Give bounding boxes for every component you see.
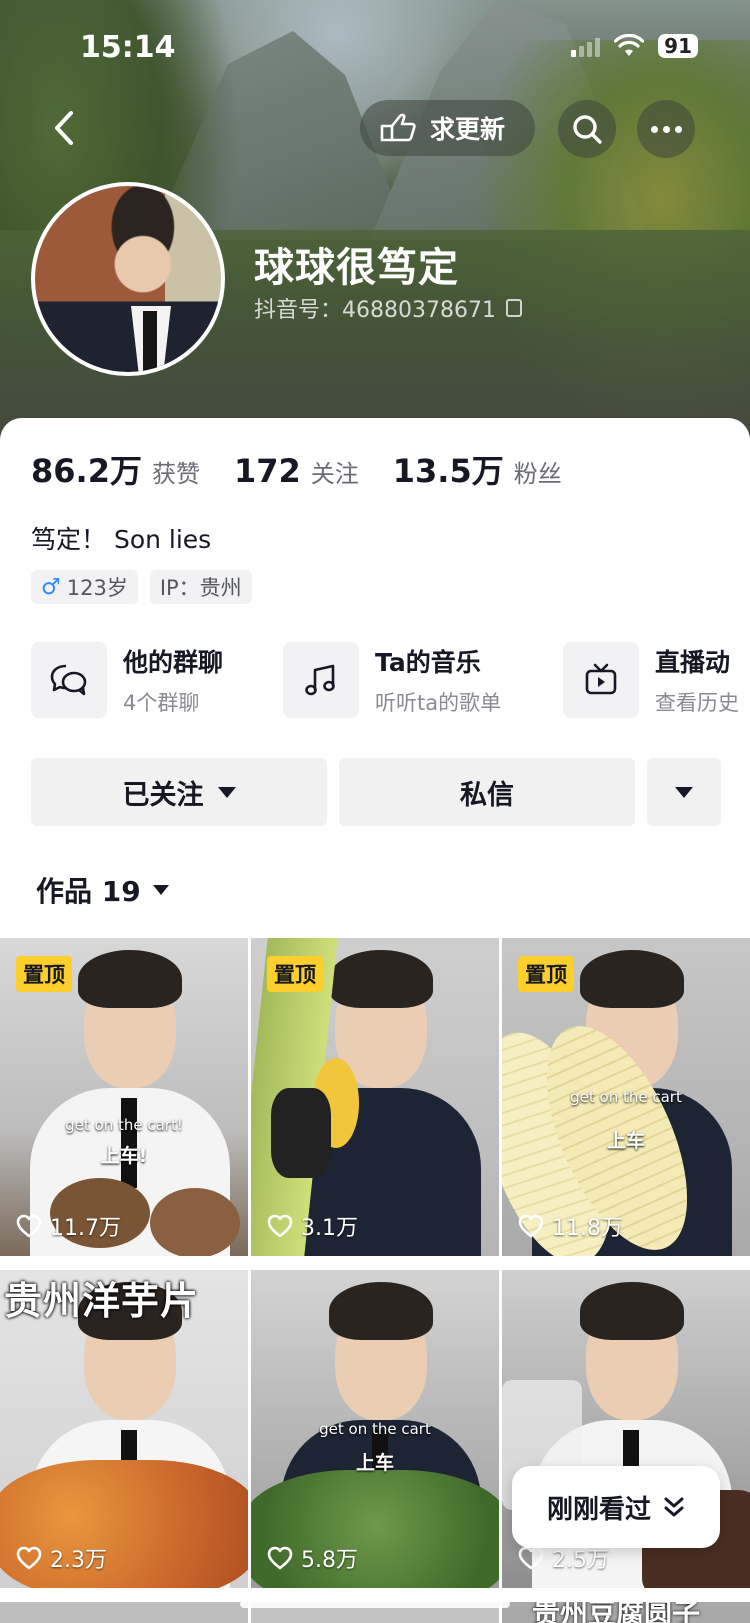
feature-shortcuts: 他的群聊 4个群聊 Ta的音乐 听听ta的歌单 直播动 查看历史 (31, 642, 750, 718)
double-chevron-down-icon (664, 1497, 684, 1517)
video-subtitle-zh: 上车 (355, 1452, 394, 1474)
video-title-overlay: 贵州洋芋片 (4, 1279, 200, 1323)
stat-likes-label: 获赞 (151, 460, 200, 488)
stat-likes[interactable]: 86.2万 获赞 (31, 446, 200, 492)
video-title-overlay: 贵州豆腐圆子 (532, 1602, 701, 1623)
stat-followers-count: 13.5万 (392, 452, 504, 490)
request-update-label: 求更新 (430, 115, 506, 144)
stat-followers-label: 粉丝 (513, 460, 562, 488)
like-count: 2.3万 (16, 1542, 107, 1574)
stat-following-label: 关注 (310, 460, 359, 488)
battery-indicator: 91 (658, 34, 698, 58)
feature-live-sub: 查看历史 (655, 691, 739, 715)
like-count: 11.8万 (518, 1210, 623, 1242)
copy-icon[interactable] (505, 299, 522, 317)
avatar[interactable] (31, 182, 225, 376)
stat-followers[interactable]: 13.5万 粉丝 (393, 446, 562, 492)
age-text: 123岁 (66, 576, 128, 600)
music-note-icon (305, 664, 335, 696)
caret-down-icon (152, 885, 169, 895)
ip-text: IP：贵州 (159, 576, 242, 600)
video-thumbnail[interactable]: 贵州豆腐圆子 (502, 1602, 750, 1623)
search-icon (573, 115, 602, 144)
feature-group-chat[interactable]: 他的群聊 4个群聊 (31, 642, 223, 718)
age-tag: ♂ 123岁 (31, 570, 138, 604)
video-subtitle-en: get on the cart (570, 1088, 682, 1106)
feature-live-title: 直播动 (655, 648, 731, 677)
heart-icon (518, 1546, 544, 1570)
more-dots-icon (650, 125, 682, 133)
recently-viewed-label: 刚刚看过 (546, 1494, 651, 1525)
like-count: 3.1万 (267, 1210, 358, 1242)
ip-tag: IP：贵州 (149, 570, 252, 604)
signal-icon (571, 35, 601, 57)
video-subtitle-zh: 上车! (100, 1145, 148, 1167)
recently-viewed-button[interactable]: 刚刚看过 (512, 1466, 720, 1548)
pointing-hand-icon (380, 113, 416, 142)
heart-icon (16, 1214, 42, 1238)
like-count: 11.7万 (16, 1210, 121, 1242)
male-icon: ♂ (41, 574, 61, 600)
works-tab-label: 作品 19 (36, 875, 141, 908)
chat-bubbles-icon (50, 664, 87, 696)
heart-icon (267, 1546, 293, 1570)
video-subtitle-en: get on the cart! (65, 1116, 183, 1134)
message-button[interactable]: 私信 (339, 758, 635, 826)
feature-group-chat-sub: 4个群聊 (123, 691, 200, 715)
video-thumbnail[interactable] (0, 1602, 248, 1623)
video-thumbnail[interactable]: 置顶 get on the cart! 上车! 11.7万 (0, 938, 248, 1256)
profile-bio: 笃定！ Son lies (31, 525, 212, 554)
wifi-icon (614, 34, 645, 56)
heart-icon (267, 1214, 293, 1238)
profile-nickname: 球球很笃定 (254, 245, 459, 291)
back-button[interactable] (44, 108, 84, 148)
feature-live[interactable]: 直播动 查看历史 (563, 642, 739, 718)
douyin-id-text: 抖音号：46880378671 (254, 298, 496, 323)
pinned-badge: 置顶 (267, 956, 323, 992)
video-thumbnail[interactable]: get on the cart 上车 5.8万 (251, 1270, 499, 1588)
feature-music[interactable]: Ta的音乐 听听ta的歌单 (283, 642, 501, 718)
profile-actions: 已关注 私信 (31, 758, 721, 826)
pinned-badge: 置顶 (16, 956, 72, 992)
like-count: 5.8万 (267, 1542, 358, 1574)
stat-following-count: 172 (233, 452, 301, 490)
profile-tags: ♂ 123岁 IP：贵州 (31, 570, 252, 604)
stat-likes-count: 86.2万 (31, 452, 142, 490)
video-thumbnail[interactable]: 置顶 get on the cart 上车 11.8万 (502, 938, 750, 1256)
following-label: 已关注 (122, 779, 204, 811)
pinned-badge: 置顶 (518, 956, 574, 992)
request-update-button[interactable]: 求更新 (360, 100, 535, 156)
heart-icon (16, 1546, 42, 1570)
works-tab[interactable]: 作品 19 (36, 870, 169, 910)
heart-icon (518, 1214, 544, 1238)
following-button[interactable]: 已关注 (31, 758, 327, 826)
expand-actions-button[interactable] (647, 758, 721, 826)
video-subtitle-en: get on the cart (319, 1420, 431, 1438)
search-button[interactable] (558, 100, 616, 158)
douyin-id[interactable]: 抖音号：46880378671 (254, 292, 522, 324)
video-thumbnail[interactable]: 贵州洋芋片 2.3万 (0, 1270, 248, 1588)
caret-down-icon (675, 786, 693, 798)
caret-down-icon (217, 786, 236, 798)
more-options-button[interactable] (637, 100, 695, 158)
tv-play-icon (585, 663, 617, 695)
message-label: 私信 (460, 779, 514, 811)
stat-following[interactable]: 172 关注 (234, 452, 359, 490)
chevron-left-icon (55, 111, 73, 145)
status-time: 15:14 (80, 30, 176, 65)
video-thumbnail[interactable]: 置顶 3.1万 (251, 938, 499, 1256)
feature-music-sub: 听听ta的歌单 (375, 691, 502, 715)
profile-stats: 86.2万 获赞 172 关注 13.5万 粉丝 (31, 446, 596, 492)
feature-group-chat-title: 他的群聊 (123, 648, 224, 677)
feature-music-title: Ta的音乐 (375, 648, 481, 677)
home-indicator (240, 1600, 510, 1608)
status-icons: 91 (571, 34, 698, 58)
video-subtitle-zh: 上车 (606, 1130, 645, 1152)
